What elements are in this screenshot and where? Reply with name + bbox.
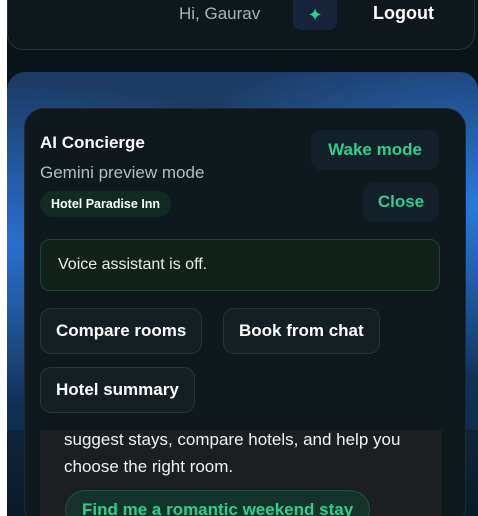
book-from-chat-button[interactable]: Book from chat bbox=[223, 308, 380, 354]
hotel-summary-button[interactable]: Hotel summary bbox=[40, 367, 195, 413]
sparkle-icon: ✦ bbox=[307, 4, 323, 25]
assistant-message: suggest stays, compare hotels, and help … bbox=[64, 430, 401, 476]
compare-rooms-button[interactable]: Compare rooms bbox=[40, 308, 203, 354]
logout-button[interactable]: Logout bbox=[373, 3, 434, 24]
app-frame: Hi, Gaurav ✦ Logout AI Concierge Gemini … bbox=[7, 0, 478, 516]
suggestion-chip[interactable]: Find me a romantic weekend stay bbox=[65, 490, 371, 516]
user-greeting: Hi, Gaurav bbox=[179, 4, 261, 23]
concierge-title: AI Concierge bbox=[40, 133, 145, 152]
chat-message-area: suggest stays, compare hotels, and help … bbox=[40, 430, 442, 516]
wake-mode-button[interactable]: Wake mode bbox=[311, 130, 439, 170]
close-button[interactable]: Close bbox=[363, 183, 439, 221]
voice-status-message: Voice assistant is off. bbox=[40, 239, 440, 291]
sparkle-button[interactable]: ✦ bbox=[293, 0, 337, 30]
hotel-name-badge: Hotel Paradise Inn bbox=[40, 191, 172, 217]
concierge-mode-subtitle: Gemini preview mode bbox=[40, 163, 205, 182]
